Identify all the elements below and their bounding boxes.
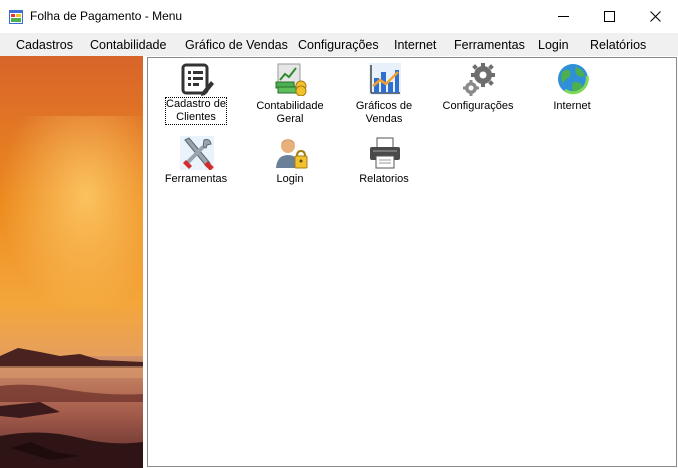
close-button[interactable] [632,0,678,33]
tile-label: Relatorios [359,173,409,185]
menu-internet[interactable]: Internet [394,38,436,52]
tile-label: Ferramentas [164,173,228,185]
tile-label: Login [276,173,304,185]
menu-contabilidade[interactable]: Contabilidade [90,38,166,52]
menu-cadastros[interactable]: Cadastros [16,38,73,52]
close-icon [649,11,661,22]
tile-label: Cadastro de Clientes [165,97,227,125]
app-window-icon [9,10,23,24]
maximize-icon [603,11,615,22]
tile-label: Internet [553,100,591,112]
menu-login[interactable]: Login [538,38,569,52]
maximize-button[interactable] [586,0,632,33]
tile-internet[interactable]: Internet [532,60,612,126]
tile-label: Configurações [442,100,514,112]
tile-cadastro-de-clientes[interactable]: Cadastro de Clientes [156,60,236,126]
tools-icon [180,136,214,170]
menu-configuracoes[interactable]: Configurações [298,38,379,52]
tile-label: Gráficos de Vendas [355,100,413,125]
minimize-icon [557,16,569,17]
user-lock-icon [276,139,308,169]
menu-ferramentas[interactable]: Ferramentas [454,38,525,52]
client-form-icon [181,63,214,96]
title-bar: Folha de Pagamento - Menu [0,0,678,33]
printer-icon [370,137,400,169]
tile-login[interactable]: Login [250,134,330,190]
money-chart-icon [275,63,307,96]
menu-grafico-de-vendas[interactable]: Gráfico de Vendas [185,38,288,52]
menu-relatorios[interactable]: Relatórios [590,38,646,52]
menu-bar: Cadastros Contabilidade Gráfico de Venda… [0,33,678,56]
minimize-button[interactable] [540,0,586,33]
tile-contabilidade-geral[interactable]: Contabilidade Geral [250,60,330,126]
tile-label: Contabilidade Geral [256,100,324,125]
tile-configuracoes[interactable]: Configurações [438,60,518,126]
main-panel: Cadastro deClientes ContabilidadeGeral [147,57,677,467]
tile-graficos-de-vendas[interactable]: Gráficos de Vendas [344,60,424,126]
sunset-background-image [0,56,143,468]
window-title: Folha de Pagamento - Menu [30,9,183,23]
bar-chart-icon [369,63,401,95]
globe-icon [558,64,589,95]
tile-relatorios[interactable]: Relatorios [344,134,424,190]
tile-ferramentas[interactable]: Ferramentas [156,134,236,190]
gears-icon [463,63,495,96]
